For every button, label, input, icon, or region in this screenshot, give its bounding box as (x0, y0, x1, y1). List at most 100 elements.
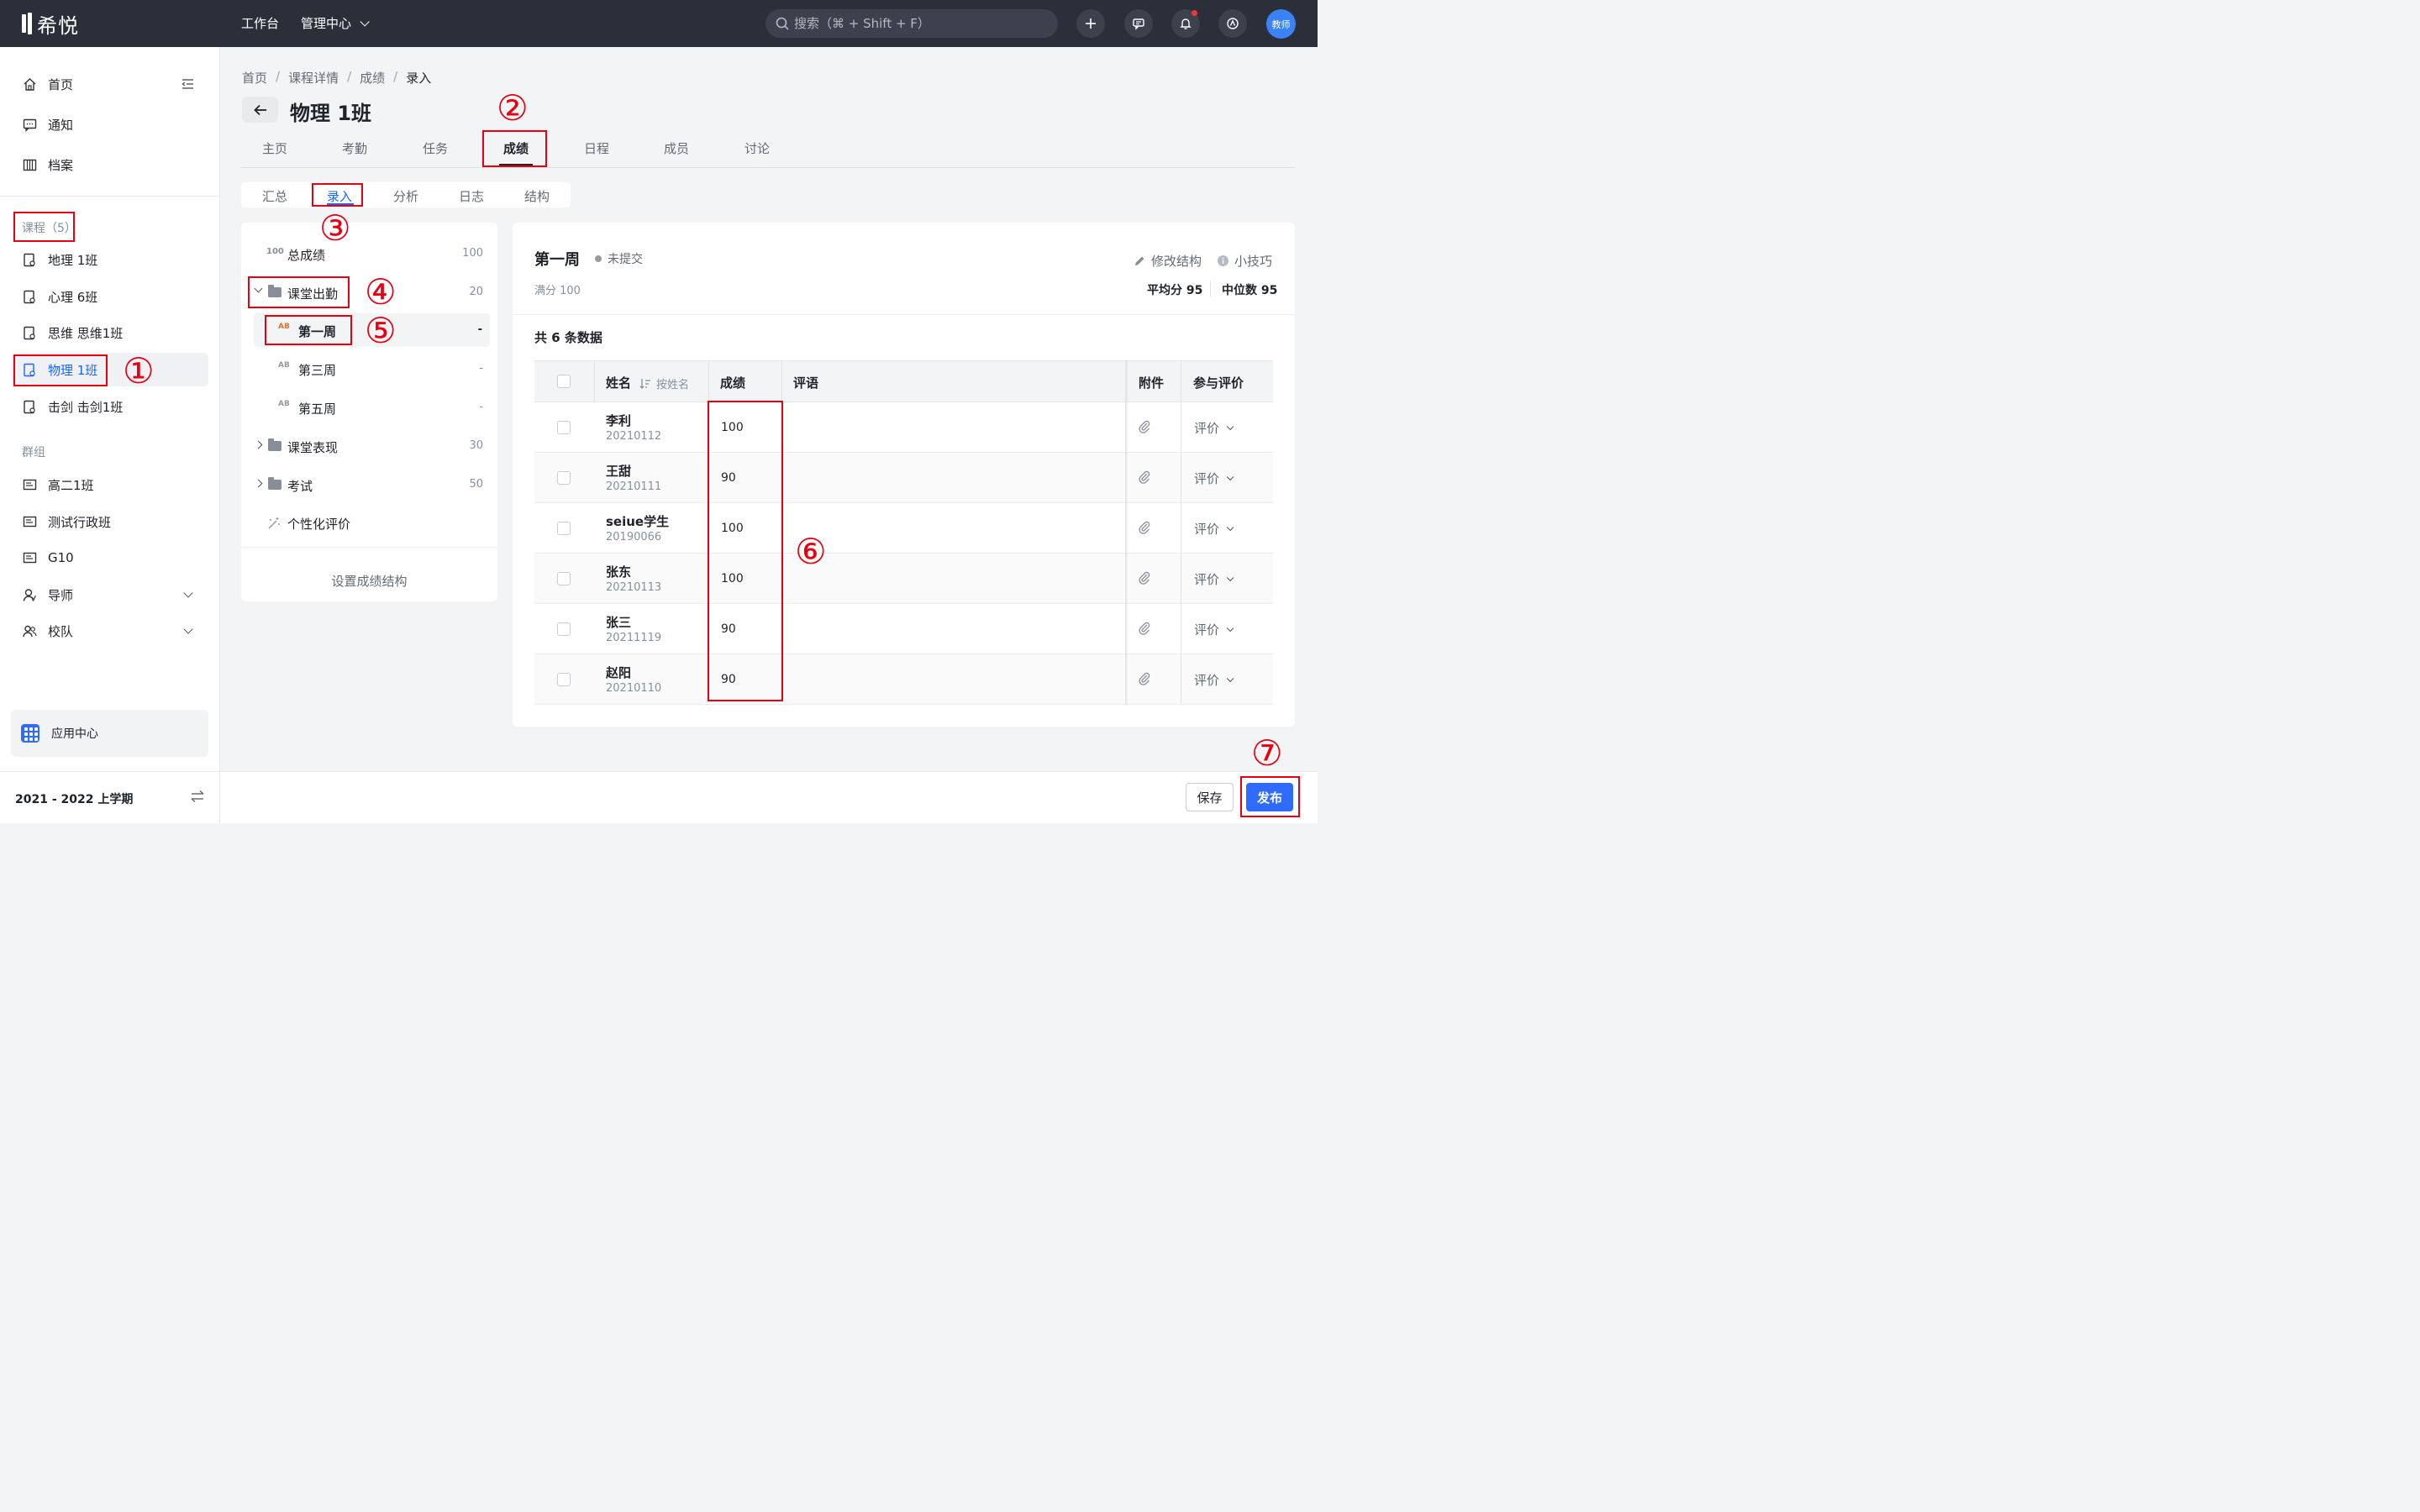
table-row[interactable]: 李利 20210112 100 评价 (534, 402, 1273, 453)
table-row[interactable]: 张三 20211119 90 评价 (534, 604, 1273, 654)
table-row[interactable]: 赵阳 20210110 90 评价 (534, 654, 1273, 705)
sidebar-item-archive[interactable]: 档案 (22, 155, 73, 174)
breadcrumb-home[interactable]: 首页 (242, 69, 267, 87)
sidebar-divider (0, 196, 220, 197)
add-button[interactable] (1076, 9, 1105, 38)
row-checkbox[interactable] (557, 673, 571, 686)
breadcrumb-separator: / (393, 69, 398, 84)
subtab-log[interactable]: 日志 (459, 187, 484, 205)
app-center-button[interactable]: 应用中心 (11, 710, 208, 757)
select-all-checkbox[interactable] (557, 375, 571, 388)
student-name: 李利 (606, 413, 632, 428)
paperclip-icon[interactable] (1139, 420, 1150, 433)
evaluate-dropdown[interactable]: 评价 (1194, 570, 1234, 588)
tree-item-performance[interactable]: 课堂表现 30 (241, 429, 497, 463)
student-id: 20211119 (606, 632, 662, 644)
sidebar-group-class[interactable]: 高二1班 (22, 475, 94, 494)
sort-by-name-button[interactable]: 按姓名 (639, 375, 689, 391)
search-box[interactable] (765, 9, 1058, 38)
nav-admin-center[interactable]: 管理中心 (301, 14, 370, 32)
evaluate-dropdown[interactable]: 评价 (1194, 671, 1234, 689)
row-checkbox[interactable] (557, 522, 571, 535)
tree-item-total[interactable]: 100 总成绩 100 (241, 237, 497, 270)
table-row[interactable]: seiue学生 20190066 100 评价 (534, 503, 1273, 554)
sidebar-group-admin-class[interactable]: 测试行政班 (22, 512, 111, 531)
paperclip-icon[interactable] (1139, 571, 1150, 585)
sidebar-group-g10[interactable]: G10 (22, 549, 74, 567)
home-icon (22, 76, 37, 92)
sidebar-course-thinking[interactable]: 思维 思维1班 (22, 323, 123, 342)
arrow-left-icon (253, 104, 266, 115)
evaluate-dropdown[interactable]: 评价 (1194, 520, 1234, 538)
subtab-structure[interactable]: 结构 (524, 187, 550, 205)
course-icon (22, 252, 37, 267)
messages-button[interactable] (1124, 9, 1153, 38)
save-button[interactable]: 保存 (1186, 783, 1234, 811)
assistant-button[interactable] (1218, 9, 1247, 38)
paperclip-icon[interactable] (1139, 470, 1150, 484)
tree-item-personal[interactable]: 个性化评价 (241, 506, 497, 539)
folder-icon (268, 438, 281, 451)
sidebar-course-geography[interactable]: 地理 1班 (22, 250, 97, 269)
paperclip-icon[interactable] (1139, 672, 1150, 685)
app-logo[interactable]: 希悦 (22, 12, 79, 38)
paperclip-icon[interactable] (1139, 622, 1150, 635)
sidebar-group-mentor[interactable]: 导师 (22, 585, 73, 604)
tree-item-value: - (477, 323, 482, 336)
sidebar: 首页 通知 档案 课程（5） 地理 1班 心理 6班 思维 思维1班 物理 1班… (0, 47, 220, 823)
annotation-box-entry-subtab (312, 183, 363, 207)
sidebar-bottom-divider (0, 771, 220, 772)
row-checkbox[interactable] (557, 572, 571, 585)
sidebar-item-notice[interactable]: 通知 (22, 115, 73, 134)
set-grade-structure-link[interactable]: 设置成绩结构 (241, 572, 497, 590)
sidebar-item-home[interactable]: 首页 (22, 75, 73, 93)
chevron-right-icon[interactable] (254, 440, 263, 449)
breadcrumb-course-detail[interactable]: 课程详情 (288, 69, 339, 87)
tab-tasks[interactable]: 任务 (423, 139, 448, 157)
sidebar-item-label: G10 (48, 550, 74, 565)
paperclip-icon[interactable] (1139, 521, 1150, 534)
collapse-sidebar-icon[interactable] (182, 78, 194, 90)
breadcrumb-grades[interactable]: 成绩 (360, 69, 385, 87)
tips-button[interactable]: 小技巧 (1217, 252, 1272, 270)
tree-item-week-3[interactable]: AB 第三周 - (241, 352, 497, 386)
user-avatar[interactable]: 教师 (1266, 9, 1296, 39)
chevron-down-icon (1226, 473, 1234, 480)
sidebar-course-fencing[interactable]: 击剑 击剑1班 (22, 397, 123, 416)
tab-discussion[interactable]: 讨论 (744, 139, 770, 157)
sidebar-course-psychology[interactable]: 心理 6班 (22, 287, 97, 306)
group-icon (22, 514, 37, 529)
tab-home[interactable]: 主页 (262, 139, 287, 157)
back-button[interactable] (242, 97, 278, 123)
search-input[interactable] (794, 16, 1046, 31)
table-row[interactable]: 王甜 20210111 90 评价 (534, 453, 1273, 503)
subtab-analysis[interactable]: 分析 (393, 187, 418, 205)
notifications-button[interactable] (1171, 9, 1200, 38)
tree-item-exam[interactable]: 考试 50 (241, 468, 497, 501)
evaluate-dropdown[interactable]: 评价 (1194, 621, 1234, 638)
edit-structure-button[interactable]: 修改结构 (1134, 252, 1202, 270)
row-checkbox[interactable] (557, 471, 571, 485)
submission-status: 未提交 (595, 250, 643, 267)
chevron-down-icon[interactable] (183, 588, 193, 598)
chevron-down-icon (1226, 574, 1234, 581)
row-checkbox[interactable] (557, 421, 571, 434)
row-checkbox[interactable] (557, 622, 571, 636)
chevron-right-icon[interactable] (254, 479, 263, 488)
chevron-down-icon[interactable] (183, 624, 193, 634)
nav-workbench[interactable]: 工作台 (241, 14, 279, 32)
swap-icon[interactable] (190, 790, 205, 803)
tree-item-week-5[interactable]: AB 第五周 - (241, 391, 497, 424)
tab-members[interactable]: 成员 (664, 139, 689, 157)
tab-attendance[interactable]: 考勤 (342, 139, 367, 157)
edit-structure-label: 修改结构 (1151, 254, 1202, 269)
sidebar-item-label: 地理 1班 (48, 252, 98, 268)
evaluate-dropdown[interactable]: 评价 (1194, 419, 1234, 437)
sidebar-group-team[interactable]: 校队 (22, 622, 73, 640)
annotation-box-week-1 (265, 315, 352, 345)
table-row[interactable]: 张东 20210113 100 评价 (534, 554, 1273, 604)
subtab-summary[interactable]: 汇总 (262, 187, 287, 205)
groups-label: 群组 (22, 446, 45, 459)
tab-schedule[interactable]: 日程 (584, 139, 609, 157)
evaluate-dropdown[interactable]: 评价 (1194, 470, 1234, 487)
